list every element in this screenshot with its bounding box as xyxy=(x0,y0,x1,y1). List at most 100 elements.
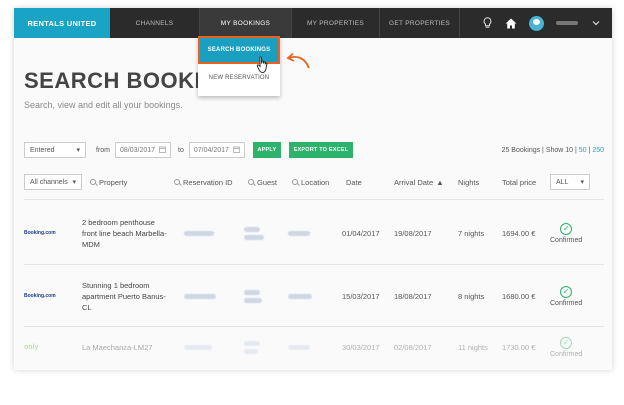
search-icon xyxy=(248,179,254,185)
status: ✓ Confirmed xyxy=(550,222,583,244)
filter-bar: Entered ▾ from 08/03/2017 to 07/04/2017 … xyxy=(24,141,604,159)
arrival-date: 02/08/2017 xyxy=(394,342,432,352)
nav-right-area xyxy=(460,15,612,31)
caret-down-icon: ▾ xyxy=(76,147,80,154)
reservation-id-blurred xyxy=(170,230,244,236)
location-blurred xyxy=(288,293,342,299)
to-date-field[interactable]: 07/04/2017 xyxy=(188,142,245,158)
property-name[interactable]: 2 bedroom penthouse front line beach Mar… xyxy=(82,217,170,250)
reservation-id-blurred xyxy=(170,293,244,299)
col-guest[interactable]: Guest xyxy=(248,178,292,187)
entered-select[interactable]: Entered ▾ xyxy=(24,142,86,158)
check-circle-icon: ✓ xyxy=(560,285,573,298)
status-select-label: ALL xyxy=(556,178,569,186)
hand-cursor-icon xyxy=(256,56,268,73)
apply-button[interactable]: APPLY xyxy=(252,142,281,158)
col-nights-label: Nights xyxy=(458,177,480,187)
results-count: 25 Bookings | Show 10 | xyxy=(501,146,577,154)
chevron-down-icon[interactable] xyxy=(590,17,602,29)
nights: 11 nights xyxy=(458,342,488,352)
location-blurred xyxy=(288,230,342,236)
calendar-icon xyxy=(233,146,240,155)
page-subtitle: Search, view and edit all your bookings. xyxy=(24,100,183,110)
booking-date: 01/04/2017 xyxy=(342,228,380,238)
nights: 8 nights xyxy=(458,291,485,301)
search-icon xyxy=(90,179,96,185)
total-price: 1730.00 € xyxy=(502,342,536,352)
table-row[interactable]: Booking.com 2 bedroom penthouse front li… xyxy=(24,202,604,264)
nav-my-properties[interactable]: MY PROPERTIES xyxy=(292,8,380,38)
col-date[interactable]: Date xyxy=(346,178,394,187)
col-nights[interactable]: Nights xyxy=(458,178,502,187)
booking-date: 30/03/2017 xyxy=(342,342,380,352)
col-reservation-id[interactable]: Reservation ID xyxy=(174,178,248,187)
col-reservation-id-label: Reservation ID xyxy=(183,177,233,187)
reservation-id-blurred xyxy=(170,344,244,350)
show-250-link[interactable]: 250 xyxy=(592,147,604,154)
nav-my-bookings[interactable]: MY BOOKINGS xyxy=(200,8,292,38)
col-property[interactable]: Property xyxy=(82,178,174,187)
status-label: Confirmed xyxy=(550,236,583,244)
nav-get-properties[interactable]: GET PROPERTIES xyxy=(380,8,460,38)
to-date-value: 07/04/2017 xyxy=(193,146,229,154)
col-total-price-label: Total price xyxy=(502,177,537,187)
status-label: Confirmed xyxy=(550,299,583,307)
arrival-date: 18/08/2017 xyxy=(394,291,432,301)
booking-date: 15/03/2017 xyxy=(342,291,380,301)
from-date-field[interactable]: 08/03/2017 xyxy=(115,142,172,158)
entered-select-label: Entered xyxy=(30,146,55,154)
home-icon[interactable] xyxy=(505,17,517,29)
search-icon xyxy=(292,179,298,185)
check-circle-icon: ✓ xyxy=(560,222,573,235)
status: ✓ Confirmed xyxy=(550,336,583,358)
status-select[interactable]: ALL ▾ xyxy=(550,174,590,190)
table-row[interactable]: Booking.com Stunning 1 bedroom apartment… xyxy=(24,265,604,327)
check-circle-icon: ✓ xyxy=(560,336,573,349)
nav-channels[interactable]: CHANNELS xyxy=(110,8,200,38)
brand-logo[interactable]: RENTALS UNITED xyxy=(14,8,110,38)
to-label: to xyxy=(178,146,184,154)
sort-up-icon: ▲ xyxy=(436,177,444,187)
annotation-arrow-icon xyxy=(286,52,310,69)
from-label: from xyxy=(96,146,110,154)
status: ✓ Confirmed xyxy=(550,285,583,307)
table-row[interactable]: only La Maechanza-LM27 30/03/2017 02/08/… xyxy=(24,324,604,370)
col-arrival-date[interactable]: Arrival Date ▲ xyxy=(394,178,458,187)
user-avatar[interactable] xyxy=(529,15,544,31)
calendar-icon xyxy=(159,146,166,155)
search-icon xyxy=(174,179,180,185)
from-date-value: 08/03/2017 xyxy=(120,146,156,154)
divider xyxy=(24,199,604,200)
col-property-label: Property xyxy=(99,177,128,187)
summary-separator: | xyxy=(588,146,591,154)
total-price: 1694.00 € xyxy=(502,228,536,238)
col-guest-label: Guest xyxy=(257,177,278,187)
channel-logo: Booking.com xyxy=(24,293,56,299)
channel-logo: only xyxy=(24,343,39,351)
guest-blurred xyxy=(244,340,288,354)
col-arrival-date-label: Arrival Date xyxy=(394,177,434,187)
col-total-price[interactable]: Total price xyxy=(502,178,550,187)
top-navigation: RENTALS UNITED CHANNELS MY BOOKINGS MY P… xyxy=(14,8,612,38)
property-name[interactable]: Stunning 1 bedroom apartment Puerto Banu… xyxy=(82,280,170,313)
total-price: 1680.00 € xyxy=(502,291,536,301)
arrival-date: 19/08/2017 xyxy=(394,228,432,238)
caret-down-icon: ▾ xyxy=(580,179,584,186)
results-summary: 25 Bookings | Show 10 | 50 | 250 xyxy=(502,147,604,154)
nights: 7 nights xyxy=(458,228,485,238)
table-header: All channels ▾ Property Reservation ID G… xyxy=(24,172,604,192)
channels-select[interactable]: All channels ▾ xyxy=(24,174,82,190)
guest-blurred xyxy=(244,289,288,303)
username-placeholder[interactable] xyxy=(556,21,578,25)
col-location[interactable]: Location xyxy=(292,178,346,187)
channel-logo: Booking.com xyxy=(24,230,56,236)
caret-down-icon: ▾ xyxy=(72,179,76,186)
col-date-label: Date xyxy=(346,177,362,187)
col-location-label: Location xyxy=(301,177,330,187)
property-name[interactable]: La Maechanza-LM27 xyxy=(82,342,170,353)
lightbulb-icon[interactable] xyxy=(481,17,493,29)
export-excel-button[interactable]: EXPORT TO EXCEL xyxy=(288,142,353,158)
channels-select-label: All channels xyxy=(30,178,68,186)
status-label: Confirmed xyxy=(550,350,583,358)
show-50-link[interactable]: 50 xyxy=(579,147,587,154)
